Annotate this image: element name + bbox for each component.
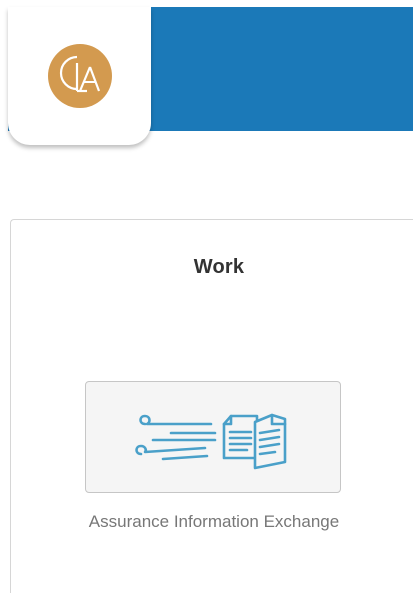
- wind-documents-icon: [135, 413, 287, 470]
- cla-logo-icon: [47, 44, 112, 108]
- work-panel: Work Assurance Information Exchange: [10, 219, 413, 593]
- app-label[interactable]: Assurance Information Exchange: [51, 508, 377, 535]
- logo-tab[interactable]: [8, 7, 151, 145]
- app-tile-assurance-information-exchange[interactable]: [85, 381, 341, 493]
- page: Work Assurance Information Exchange: [0, 0, 413, 593]
- section-title: Work: [193, 256, 245, 278]
